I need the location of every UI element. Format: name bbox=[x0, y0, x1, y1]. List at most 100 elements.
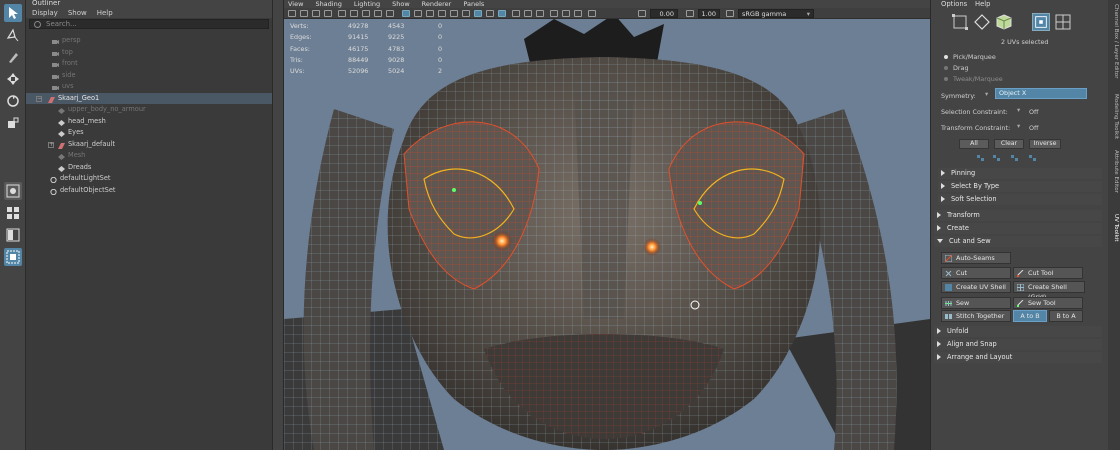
shrink-selection-icon[interactable] bbox=[993, 155, 1001, 161]
lights-icon[interactable] bbox=[450, 10, 458, 17]
outliner-item-skaarj-default[interactable]: + Skaarj_default bbox=[26, 139, 272, 151]
depth-of-field-icon[interactable] bbox=[536, 10, 544, 17]
tab-channel-box[interactable]: Channel Box / Layer Editor bbox=[1109, 4, 1119, 79]
exposure-icon[interactable] bbox=[638, 10, 646, 17]
outliner-search-input[interactable]: Search... bbox=[29, 19, 269, 29]
clear-selection-button[interactable]: Clear bbox=[994, 139, 1024, 149]
menu-display[interactable]: Display bbox=[32, 9, 58, 17]
wireframe-on-shaded-icon[interactable] bbox=[426, 10, 434, 17]
outliner-item-uvs[interactable]: uvs bbox=[26, 81, 272, 93]
select-border-icon[interactable] bbox=[1011, 155, 1019, 161]
section-pinning[interactable]: Pinning bbox=[938, 168, 1102, 179]
side-by-side-layout-icon[interactable] bbox=[4, 226, 22, 244]
selection-constraint-select[interactable]: Off bbox=[1029, 108, 1038, 116]
exposure-field[interactable]: 0.00 bbox=[650, 9, 678, 18]
outliner-item-upper-body[interactable]: upper_body_no_armour bbox=[26, 104, 272, 116]
expand-icon[interactable]: + bbox=[48, 141, 54, 148]
four-view-layout-icon[interactable] bbox=[4, 204, 22, 222]
symmetry-select[interactable]: Object X bbox=[995, 88, 1087, 99]
menu-show[interactable]: Show bbox=[392, 0, 410, 8]
menu-shading[interactable]: Shading bbox=[315, 0, 341, 8]
wireframe-icon[interactable] bbox=[402, 10, 410, 17]
section-select-by-type[interactable]: Select By Type bbox=[938, 181, 1102, 192]
menu-renderer[interactable]: Renderer bbox=[422, 0, 452, 8]
section-cut-and-sew[interactable]: Cut and Sew bbox=[934, 236, 1102, 247]
gamma-field[interactable]: 1.00 bbox=[698, 9, 720, 18]
menu-options[interactable]: Options bbox=[941, 0, 967, 8]
motion-blur-icon[interactable] bbox=[562, 10, 570, 17]
outliner-item-top[interactable]: top bbox=[26, 47, 272, 59]
drag-radio[interactable] bbox=[944, 66, 948, 70]
bookmark-icon[interactable] bbox=[312, 10, 320, 17]
auto-seams-button[interactable]: Auto-Seams bbox=[941, 252, 1011, 264]
tweak-marquee-radio[interactable] bbox=[944, 77, 948, 81]
move-tool-icon[interactable] bbox=[4, 70, 22, 88]
inverse-selection-button[interactable]: Inverse bbox=[1029, 139, 1061, 149]
section-soft-selection[interactable]: Soft Selection bbox=[938, 194, 1102, 205]
menu-help[interactable]: Help bbox=[975, 0, 991, 8]
uv-shell-select-icon[interactable] bbox=[1054, 13, 1072, 31]
select-shortest-path-icon[interactable] bbox=[1029, 155, 1037, 161]
field-chart-icon[interactable] bbox=[386, 10, 394, 17]
section-align-and-snap[interactable]: Align and Snap bbox=[934, 339, 1102, 350]
grid-icon[interactable] bbox=[338, 10, 346, 17]
panel-splitter[interactable] bbox=[272, 0, 284, 450]
outliner-item-side[interactable]: side bbox=[26, 70, 272, 82]
section-arrange-and-layout[interactable]: Arrange and Layout bbox=[934, 352, 1102, 363]
outliner-item-default-light-set[interactable]: defaultLightSet bbox=[26, 173, 272, 185]
menu-help[interactable]: Help bbox=[97, 9, 113, 17]
single-view-layout-icon[interactable] bbox=[4, 182, 22, 200]
skaarj-head-model[interactable] bbox=[284, 19, 930, 450]
gate-mask-icon[interactable] bbox=[374, 10, 382, 17]
outliner-item-dreads[interactable]: Dreads bbox=[26, 162, 272, 174]
anti-aliasing-icon[interactable] bbox=[524, 10, 532, 17]
film-gate-icon[interactable] bbox=[350, 10, 358, 17]
menu-panels[interactable]: Panels bbox=[463, 0, 484, 8]
outliner-item-head-mesh[interactable]: head_mesh bbox=[26, 116, 272, 128]
view-transform-select[interactable]: sRGB gamma ▾ bbox=[738, 9, 814, 18]
ambient-occlusion-icon[interactable] bbox=[512, 10, 520, 17]
create-uv-shell-button[interactable]: Create UV Shell bbox=[941, 281, 1011, 293]
select-tool-icon[interactable] bbox=[4, 4, 22, 22]
face-mode-icon[interactable] bbox=[995, 13, 1013, 31]
outliner-item-front[interactable]: front bbox=[26, 58, 272, 70]
cut-button[interactable]: Cut bbox=[941, 267, 1011, 279]
3d-viewport[interactable]: View Shading Lighting Show Renderer Pane… bbox=[284, 0, 930, 450]
isolate-icon[interactable] bbox=[550, 10, 558, 17]
outliner-item-eyes[interactable]: Eyes bbox=[26, 127, 272, 139]
lasso-tool-icon[interactable] bbox=[4, 26, 22, 44]
smooth-shade-icon[interactable] bbox=[414, 10, 422, 17]
section-transform[interactable]: Transform bbox=[934, 210, 1102, 221]
transform-constraint-select[interactable]: Off bbox=[1029, 124, 1038, 132]
uv-mode-icon[interactable] bbox=[1032, 13, 1050, 31]
camera-attributes-icon[interactable] bbox=[300, 10, 308, 17]
collapse-icon[interactable]: − bbox=[36, 95, 42, 102]
outliner-item-persp[interactable]: persp bbox=[26, 35, 272, 47]
edge-mode-icon[interactable] bbox=[973, 13, 991, 31]
scale-tool-icon[interactable] bbox=[4, 114, 22, 132]
screen-space-icon[interactable] bbox=[588, 10, 596, 17]
menu-lighting[interactable]: Lighting bbox=[354, 0, 380, 8]
cut-tool-button[interactable]: Cut Tool bbox=[1013, 267, 1083, 279]
section-unfold[interactable]: Unfold bbox=[934, 326, 1102, 337]
paint-select-tool-icon[interactable] bbox=[4, 48, 22, 66]
stitch-together-button[interactable]: Stitch Together bbox=[941, 310, 1011, 322]
textured-icon[interactable] bbox=[438, 10, 446, 17]
color-management-icon[interactable] bbox=[726, 10, 734, 17]
menu-show[interactable]: Show bbox=[68, 9, 87, 17]
shadows-icon[interactable] bbox=[462, 10, 470, 17]
rotate-tool-icon[interactable] bbox=[4, 92, 22, 110]
uv-shell-mode-icon[interactable] bbox=[951, 13, 969, 31]
select-all-button[interactable]: All bbox=[959, 139, 989, 149]
sew-button[interactable]: Sew bbox=[941, 297, 1011, 309]
grow-selection-icon[interactable] bbox=[977, 155, 985, 161]
xray-joints-icon[interactable] bbox=[486, 10, 494, 17]
outliner-item-mesh[interactable]: Mesh bbox=[26, 150, 272, 162]
uv-layout-icon[interactable] bbox=[4, 248, 22, 266]
tab-attribute-editor[interactable]: Attribute Editor bbox=[1109, 150, 1119, 193]
outliner-item-default-object-set[interactable]: defaultObjectSet bbox=[26, 185, 272, 197]
sew-tool-button[interactable]: Sew Tool bbox=[1013, 297, 1083, 309]
create-shell-grid-button[interactable]: Create Shell (Grid) bbox=[1013, 281, 1085, 301]
camera-select-icon[interactable] bbox=[288, 10, 296, 17]
tab-modeling-toolkit[interactable]: Modeling Toolkit bbox=[1109, 94, 1119, 139]
